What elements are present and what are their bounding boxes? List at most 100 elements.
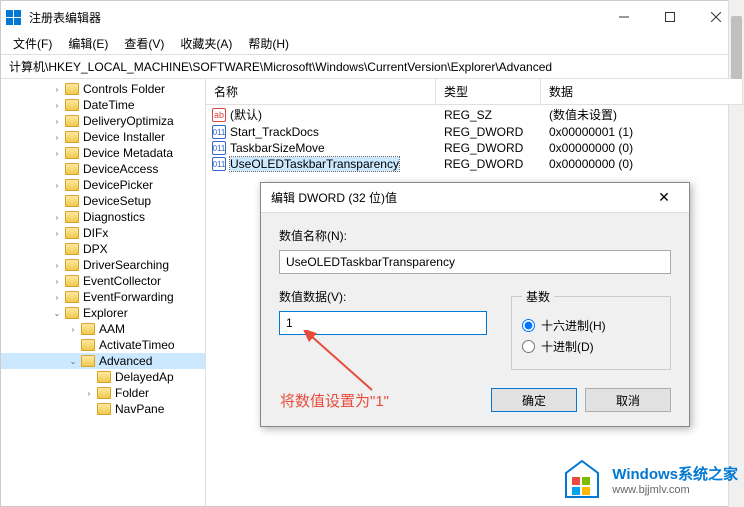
- menu-help[interactable]: 帮助(H): [240, 33, 297, 54]
- tree-item-navpane[interactable]: NavPane: [1, 401, 205, 417]
- expander-icon[interactable]: ›: [51, 291, 63, 303]
- tree-item-driversearching[interactable]: › DriverSearching: [1, 257, 205, 273]
- dialog-close-button[interactable]: ✕: [649, 189, 679, 206]
- tree-label: ActivateTimeo: [99, 338, 175, 352]
- folder-icon: [65, 131, 79, 143]
- menu-file[interactable]: 文件(F): [5, 33, 60, 54]
- tree-label: DIFx: [83, 226, 108, 240]
- tree-item-difx[interactable]: › DIFx: [1, 225, 205, 241]
- tree-item-activatetimeo[interactable]: ActivateTimeo: [1, 337, 205, 353]
- tree-item-device-metadata[interactable]: ›Device Metadata: [1, 145, 205, 161]
- header-type[interactable]: 类型: [436, 79, 541, 104]
- dialog-title: 编辑 DWORD (32 位)值: [271, 189, 649, 206]
- ok-button[interactable]: 确定: [491, 388, 577, 412]
- expander-icon[interactable]: [51, 243, 63, 255]
- radio-hex[interactable]: 十六进制(H): [522, 317, 660, 334]
- address-bar[interactable]: 计算机\HKEY_LOCAL_MACHINE\SOFTWARE\Microsof…: [1, 55, 743, 79]
- menu-favorites[interactable]: 收藏夹(A): [172, 33, 240, 54]
- value-data: 0x00000000 (0): [541, 141, 743, 155]
- tree-item-devicepicker[interactable]: ›DevicePicker: [1, 177, 205, 193]
- expander-icon[interactable]: ›: [51, 83, 63, 95]
- expander-icon[interactable]: [83, 403, 95, 415]
- dialog-titlebar[interactable]: 编辑 DWORD (32 位)值 ✕: [261, 183, 689, 213]
- base-legend: 基数: [522, 288, 554, 305]
- folder-icon: [65, 275, 79, 287]
- folder-icon: [65, 259, 79, 271]
- list-row[interactable]: 011UseOLEDTaskbarTransparencyREG_DWORD0x…: [206, 156, 743, 172]
- expander-icon[interactable]: ›: [51, 99, 63, 111]
- expander-icon[interactable]: ›: [51, 227, 63, 239]
- folder-icon: [81, 355, 95, 367]
- folder-icon: [65, 147, 79, 159]
- value-data: 0x00000001 (1): [541, 125, 743, 139]
- tree-item-deviceaccess[interactable]: DeviceAccess: [1, 161, 205, 177]
- value-icon: 011: [212, 157, 226, 171]
- expander-icon[interactable]: ›: [51, 147, 63, 159]
- folder-icon: [65, 227, 79, 239]
- list-row[interactable]: 011TaskbarSizeMoveREG_DWORD0x00000000 (0…: [206, 140, 743, 156]
- expander-icon[interactable]: ›: [51, 275, 63, 287]
- folder-icon: [65, 195, 79, 207]
- folder-icon: [65, 163, 79, 175]
- tree-label: AAM: [99, 322, 125, 336]
- expander-icon[interactable]: ⌄: [51, 307, 63, 319]
- expander-icon[interactable]: ›: [51, 259, 63, 271]
- cancel-button[interactable]: 取消: [585, 388, 671, 412]
- expander-icon[interactable]: ›: [51, 179, 63, 191]
- tree-item-aam[interactable]: › AAM: [1, 321, 205, 337]
- titlebar[interactable]: 注册表编辑器: [1, 1, 743, 33]
- value-type: REG_DWORD: [436, 141, 541, 155]
- base-fieldset: 基数 十六进制(H) 十进制(D): [511, 288, 671, 370]
- value-data-input[interactable]: [279, 311, 487, 335]
- annotation-text: 将数值设置为"1": [280, 390, 389, 411]
- value-name-input[interactable]: [279, 250, 671, 274]
- tree-item-delayedap[interactable]: DelayedAp: [1, 369, 205, 385]
- expander-icon[interactable]: ›: [83, 387, 95, 399]
- tree-item-controls-folder[interactable]: › Controls Folder: [1, 81, 205, 97]
- folder-icon: [65, 307, 79, 319]
- radio-dec[interactable]: 十进制(D): [522, 338, 660, 355]
- expander-icon[interactable]: [51, 163, 63, 175]
- expander-icon[interactable]: [83, 371, 95, 383]
- tree-label: DPX: [83, 242, 108, 256]
- value-type: REG_SZ: [436, 108, 541, 122]
- tree-item-explorer[interactable]: ⌄Explorer: [1, 305, 205, 321]
- folder-icon: [65, 83, 79, 95]
- tree-label: DeliveryOptimiza: [83, 114, 174, 128]
- maximize-button[interactable]: [647, 1, 693, 33]
- header-name[interactable]: 名称: [206, 79, 436, 104]
- tree-item-eventforwarding[interactable]: ›EventForwarding: [1, 289, 205, 305]
- menu-edit[interactable]: 编辑(E): [60, 33, 116, 54]
- tree-item-device-installer[interactable]: ›Device Installer: [1, 129, 205, 145]
- expander-icon[interactable]: ›: [51, 211, 63, 223]
- tree-item-diagnostics[interactable]: › Diagnostics: [1, 209, 205, 225]
- header-data[interactable]: 数据: [541, 79, 743, 104]
- radio-dec-input[interactable]: [522, 340, 535, 353]
- tree-label: DriverSearching: [83, 258, 169, 272]
- tree-view[interactable]: ›Controls Folder›DateTime›DeliveryOptimi…: [1, 79, 206, 506]
- tree-item-dpx[interactable]: DPX: [1, 241, 205, 257]
- tree-item-eventcollector[interactable]: ›EventCollector: [1, 273, 205, 289]
- expander-icon[interactable]: [51, 195, 63, 207]
- expander-icon[interactable]: ›: [67, 323, 79, 335]
- tree-item-devicesetup[interactable]: DeviceSetup: [1, 193, 205, 209]
- tree-label: Controls Folder: [83, 82, 165, 96]
- tree-item-folder[interactable]: ›Folder: [1, 385, 205, 401]
- tree-label: Diagnostics: [83, 210, 145, 224]
- tree-item-deliveryoptimiza[interactable]: › DeliveryOptimiza: [1, 113, 205, 129]
- radio-hex-input[interactable]: [522, 319, 535, 332]
- tree-item-datetime[interactable]: ›DateTime: [1, 97, 205, 113]
- value-icon: 011: [212, 125, 226, 139]
- list-row[interactable]: ab(默认)REG_SZ(数值未设置): [206, 105, 743, 124]
- tree-label: DelayedAp: [115, 370, 174, 384]
- watermark: Windows系统之家 www.bjjmlv.com: [560, 457, 738, 501]
- expander-icon[interactable]: ⌄: [67, 355, 79, 367]
- expander-icon[interactable]: ›: [51, 115, 63, 127]
- tree-item-advanced[interactable]: ⌄Advanced: [1, 353, 205, 369]
- menu-view[interactable]: 查看(V): [116, 33, 172, 54]
- expander-icon[interactable]: [67, 339, 79, 351]
- list-row[interactable]: 011Start_TrackDocsREG_DWORD0x00000001 (1…: [206, 124, 743, 140]
- minimize-button[interactable]: [601, 1, 647, 33]
- value-data: 0x00000000 (0): [541, 157, 743, 171]
- expander-icon[interactable]: ›: [51, 131, 63, 143]
